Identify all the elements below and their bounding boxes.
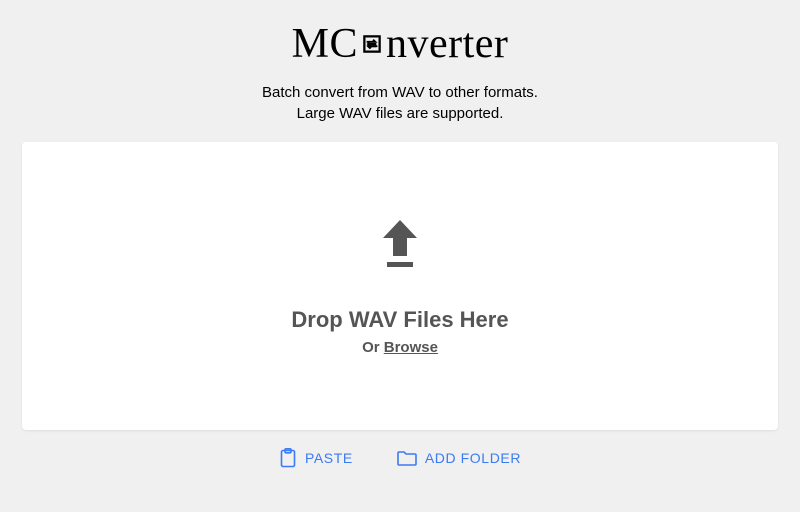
add-folder-button[interactable]: ADD FOLDER xyxy=(397,449,521,467)
browse-link[interactable]: Browse xyxy=(384,339,438,356)
header: MC nverter Batch convert from WAV to oth… xyxy=(262,0,538,142)
swap-icon xyxy=(359,31,385,57)
dropzone-subtitle: Or Browse xyxy=(362,339,438,356)
dropzone-or: Or xyxy=(362,339,384,356)
app-logo: MC nverter xyxy=(262,20,538,68)
logo-prefix: MC xyxy=(292,20,358,68)
subtitle-line1: Batch convert from WAV to other formats. xyxy=(262,82,538,103)
file-dropzone[interactable]: Drop WAV Files Here Or Browse xyxy=(22,142,778,430)
clipboard-icon xyxy=(279,448,297,468)
dropzone-title: Drop WAV Files Here xyxy=(291,307,508,333)
logo-suffix: nverter xyxy=(386,20,508,68)
paste-button[interactable]: PASTE xyxy=(279,448,353,468)
folder-icon xyxy=(397,449,417,467)
add-folder-label: ADD FOLDER xyxy=(425,450,521,466)
actions-bar: PASTE ADD FOLDER xyxy=(279,448,521,468)
paste-label: PASTE xyxy=(305,450,353,466)
upload-icon xyxy=(375,216,425,277)
subtitle-line2: Large WAV files are supported. xyxy=(262,103,538,124)
subtitle: Batch convert from WAV to other formats.… xyxy=(262,82,538,124)
